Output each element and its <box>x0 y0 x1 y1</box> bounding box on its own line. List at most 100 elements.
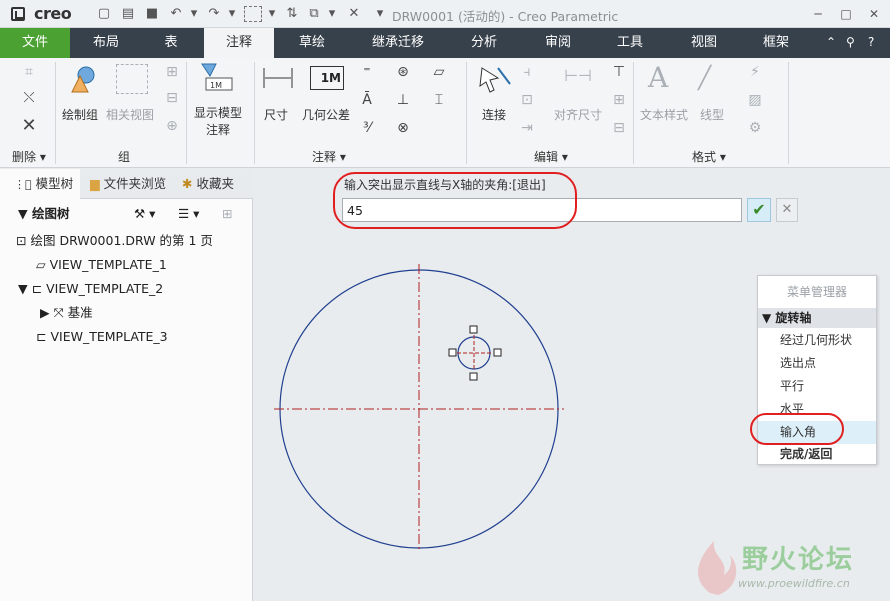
datum-target-icon[interactable]: ⊗ <box>394 120 412 136</box>
tree-row-view-template-1[interactable]: ▱ VIEW_TEMPLATE_1 <box>36 255 167 275</box>
datum-feature-icon[interactable]: ⌶ <box>430 92 448 108</box>
close-window-icon[interactable]: ✕ <box>346 6 362 22</box>
navigator-panel: ⋮⃞ 模型树 ▆ 文件夹浏览 ✱ 收藏夹 ▼ 绘图树 ⚒ ▾ ☰ ▾ ⊞ ⊡ 绘… <box>0 169 253 601</box>
tab-favorites[interactable]: ✱ 收藏夹 <box>176 169 253 199</box>
maximize-icon[interactable]: □ <box>836 5 856 23</box>
windows-dropdown-icon[interactable]: ▾ <box>324 6 340 22</box>
format-extra-icon[interactable]: ⚙ <box>746 120 764 136</box>
tree-row-datum[interactable]: ▶ ⤧ 基准 <box>40 303 93 323</box>
tree-header: ▼ 绘图树 <box>18 206 70 221</box>
menu-item-pick-point[interactable]: 选出点 <box>758 352 876 375</box>
tree-row-sheet[interactable]: ⊡ 绘图 DRW0001.DRW 的第 1 页 <box>16 231 213 251</box>
model-tree-icon: ⋮⃞ <box>14 178 32 191</box>
group-extra-icon[interactable]: ⊕ <box>163 118 181 134</box>
search-icon[interactable]: ⚲ <box>846 35 855 49</box>
tree-row-view-template-2[interactable]: ▼ ⊏ VIEW_TEMPLATE_2 <box>18 279 163 299</box>
delete-all-icon[interactable]: ⌗ <box>20 64 38 80</box>
connect-button[interactable]: 连接 <box>482 106 506 123</box>
redo-dropdown-icon[interactable]: ▾ <box>224 6 240 22</box>
collapse-arrow-icon[interactable]: ▼ <box>18 281 28 296</box>
menu-item-done-return[interactable]: 完成/返回 <box>758 444 876 464</box>
delete-icon[interactable]: ✕ <box>20 117 38 135</box>
hatch-icon[interactable]: ⚡ <box>746 64 764 80</box>
tab-model-tree[interactable]: ⋮⃞ 模型树 <box>0 169 80 199</box>
edit-jog-icon[interactable]: ⊞ <box>610 92 628 108</box>
auxiliary-dim-icon[interactable]: ³⁄ <box>358 120 376 136</box>
view-icon: ⊏ <box>36 329 47 344</box>
annotation-group-label[interactable]: 注释 ▾ <box>312 148 346 165</box>
view-icon: ▱ <box>36 257 46 272</box>
new-file-icon[interactable]: ▢ <box>96 6 112 22</box>
geo-tolerance-icon: 1M <box>310 66 344 90</box>
format-group-label[interactable]: 格式 ▾ <box>692 148 726 165</box>
erase-icon[interactable]: ⤬ <box>20 90 38 106</box>
help-icon[interactable]: ? <box>868 35 874 49</box>
draw-group-button[interactable]: 绘制组 <box>62 106 98 123</box>
cleanup-dim-icon[interactable]: ⊤ <box>610 64 628 80</box>
geo-tolerance-button[interactable]: 几何公差 <box>302 106 350 123</box>
regenerate-icon[interactable]: ⇅ <box>284 6 300 22</box>
related-view-button[interactable]: 相关视图 <box>106 106 154 123</box>
save-icon[interactable]: ■ <box>144 6 160 22</box>
windows-icon[interactable]: ⧉ <box>306 6 322 22</box>
undo-dropdown-icon[interactable]: ▾ <box>186 6 202 22</box>
hatch-pattern-icon[interactable]: ▨ <box>746 92 764 108</box>
tab-annotate[interactable]: 注释 <box>204 28 274 58</box>
edit-break-icon[interactable]: ⊟ <box>610 120 628 136</box>
expand-arrow-icon[interactable]: ▶ <box>40 305 50 320</box>
dimension-button[interactable]: 尺寸 <box>264 106 288 123</box>
menu-item-parallel[interactable]: 平行 <box>758 375 876 398</box>
show-model-annotation-button[interactable]: 显示模型 注释 <box>194 104 242 138</box>
minimize-icon[interactable]: ─ <box>808 5 828 23</box>
tab-folder-browser[interactable]: ▆ 文件夹浏览 <box>84 169 168 199</box>
tab-tools[interactable]: 工具 <box>600 28 660 58</box>
select-dropdown-icon[interactable]: ▾ <box>264 6 280 22</box>
tab-sketch[interactable]: 草绘 <box>282 28 342 58</box>
open-folder-icon[interactable]: ▤ <box>120 6 136 22</box>
tree-settings-icon[interactable]: ⚒ ▾ <box>134 204 155 224</box>
tree-filter-icon[interactable]: ☰ ▾ <box>178 204 199 224</box>
text-style-button[interactable]: 文本样式 <box>640 106 688 123</box>
ordinate-dim-icon[interactable]: ⁼ <box>358 64 376 80</box>
ribbon: ⌗ ⤬ ✕ 删除 ▾ 绘制组 相关视图 ⊞ ⊟ ⊕ 组 1M 显示模型 注释 尺寸… <box>0 58 890 168</box>
accept-button[interactable]: ✔ <box>747 198 771 222</box>
align-dimension-button[interactable]: 对齐尺寸 <box>554 106 602 123</box>
edit-align-icon[interactable]: ⫞ <box>518 64 536 80</box>
menu-header-rotate-axis[interactable]: ▼ 旋转轴 <box>758 308 876 328</box>
expand-arrow-icon[interactable]: ▼ <box>18 206 28 221</box>
text-note-icon[interactable]: Ā <box>358 92 376 108</box>
cancel-button[interactable]: ✕ <box>776 198 798 222</box>
collapse-arrow-icon: ▼ <box>762 311 772 325</box>
favorites-icon: ✱ <box>182 176 193 191</box>
tab-layout[interactable]: 布局 <box>76 28 136 58</box>
group-attach-icon[interactable]: ⊞ <box>163 64 181 80</box>
tree-columns-icon[interactable]: ⊞ <box>222 204 232 224</box>
note-icon[interactable]: ⊛ <box>394 64 412 80</box>
menu-item-through-geometry[interactable]: 经过几何形状 <box>758 329 876 352</box>
tab-frame[interactable]: 框架 <box>746 28 806 58</box>
edit-arrow-icon[interactable]: ⇥ <box>518 120 536 136</box>
symbol-icon[interactable]: ⊥ <box>394 92 412 108</box>
undo-icon[interactable]: ↶ <box>168 6 184 22</box>
dimension-icon <box>262 66 294 90</box>
tree-row-view-template-3[interactable]: ⊏ VIEW_TEMPLATE_3 <box>36 327 168 347</box>
redo-icon[interactable]: ↷ <box>206 6 222 22</box>
tab-analysis[interactable]: 分析 <box>454 28 514 58</box>
align-dimension-icon: ⊢⊣ <box>564 66 592 85</box>
close-icon[interactable]: ✕ <box>864 5 884 23</box>
delete-group-label[interactable]: 删除 ▾ <box>12 148 46 165</box>
tab-file[interactable]: 文件 <box>0 28 70 58</box>
surface-finish-icon[interactable]: ▱ <box>430 64 448 80</box>
edit-move-icon[interactable]: ⊡ <box>518 92 536 108</box>
line-type-button[interactable]: 线型 <box>700 106 724 123</box>
collapse-ribbon-icon[interactable]: ⌃ <box>826 35 836 49</box>
group-ungroup-icon[interactable]: ⊟ <box>163 90 181 106</box>
tab-legacy-migration[interactable]: 继承迁移 <box>358 28 438 58</box>
edit-group-label[interactable]: 编辑 ▾ <box>534 148 568 165</box>
tab-view[interactable]: 视图 <box>674 28 734 58</box>
customize-toolbar-icon[interactable]: ▾ <box>372 6 388 22</box>
group-group-label: 组 <box>118 150 131 164</box>
tab-review[interactable]: 审阅 <box>528 28 588 58</box>
select-box-icon[interactable] <box>244 6 262 22</box>
tab-table[interactable]: 表 <box>146 28 196 58</box>
